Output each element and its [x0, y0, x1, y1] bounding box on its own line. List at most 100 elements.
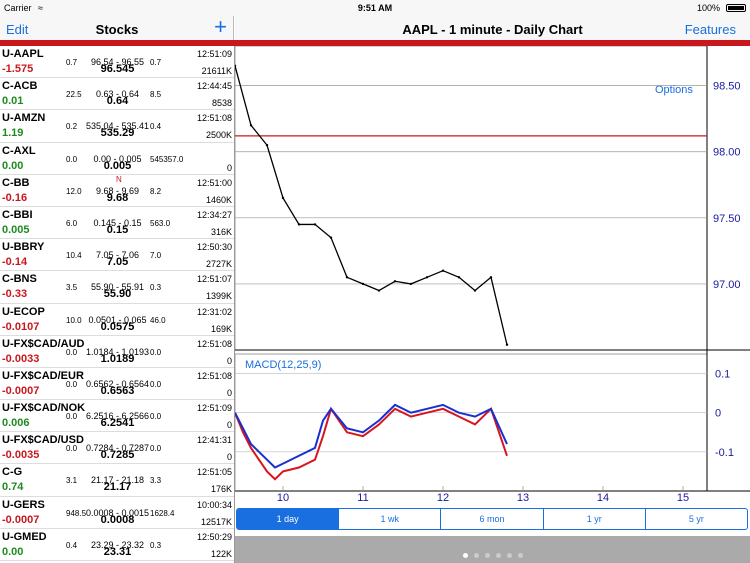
stock-row[interactable]: U-GERS 10:00:34 948.5 0.0008 - 0.0015 1628.4…	[0, 497, 234, 529]
stock-row[interactable]: C-G 12:51:05 3.1 21.17 - 21.18 3.3 0.74 21.17 1…	[0, 464, 234, 497]
stock-last-price: 0.7285	[100, 449, 135, 462]
price-point	[329, 236, 333, 239]
x-tick-label: 12	[437, 492, 449, 504]
stocks-nav-bar: Edit Stocks +	[0, 16, 234, 40]
x-tick-label: 11	[357, 492, 368, 504]
stock-row[interactable]: U-BBRY 12:50:30 10.4 7.05 - 7.06 7.0 -0.14 7.0…	[0, 239, 234, 272]
price-point	[281, 196, 285, 200]
stock-last-price: 6.2541	[100, 417, 135, 430]
price-point	[361, 282, 365, 286]
features-button[interactable]: Features	[685, 22, 736, 37]
price-point	[409, 282, 413, 286]
stock-row[interactable]: U-FX$CAD/EUR 12:51:08 0.0 0.6562 - 0.6564 0.…	[0, 368, 234, 401]
stock-volume: 1399K	[205, 291, 232, 302]
chart-title: AAPL - 1 minute - Daily Chart	[402, 22, 583, 37]
stock-volume: 2727K	[205, 259, 232, 270]
stock-volume: 0	[226, 387, 232, 398]
news-badge: N	[116, 174, 122, 184]
stock-last-price: 0.15	[106, 223, 129, 236]
stock-volume: 169K	[210, 323, 232, 334]
chart-area[interactable]: 98.50 98.00 97.50 97.00 0.1 0 -0.1 MACD(12,25,9…	[235, 46, 750, 511]
price-point	[393, 280, 397, 283]
stock-last-price: 1.0189	[100, 352, 135, 365]
page-dot[interactable]	[462, 553, 468, 558]
stock-volume: 0	[226, 452, 232, 463]
macd-label: MACD(12,25,9)	[245, 359, 321, 371]
stock-row[interactable]: U-FX$CAD/NOK 12:51:09 0.0 6.2516 - 6.2566 0.…	[0, 400, 234, 433]
range-6-mon[interactable]: 6 mon	[441, 509, 544, 529]
stock-volume: 0	[226, 420, 232, 431]
stock-row[interactable]: U-FX$CAD/USD 12:41:31 0.0 0.7284 - 0.7287 0.…	[0, 432, 234, 465]
page-dot[interactable]	[495, 553, 501, 558]
price-point	[473, 289, 477, 292]
range-5-yr[interactable]: 5 yr	[646, 509, 747, 529]
range-1-wk[interactable]: 1 wk	[339, 509, 442, 529]
stock-volume: 176K	[210, 484, 232, 495]
stock-last-price: 0.005	[103, 159, 132, 172]
macd-tick-label: 0.1	[715, 369, 730, 381]
stock-last-price: 7.05	[106, 256, 129, 269]
macd-line	[235, 403, 508, 469]
stock-volume: 2500K	[205, 130, 232, 141]
clock: 9:51 AM	[357, 3, 393, 13]
price-point	[297, 223, 301, 226]
stock-row[interactable]: C-BBI 12:34:27 6.0 0.145 - 0.15 563.0 0.005 0.…	[0, 207, 234, 240]
stocks-title: Stocks	[95, 22, 139, 37]
price-point	[441, 269, 445, 272]
price-chart[interactable]: 98.50 98.00 97.50 97.00 0.1 0 -0.1 MACD(12,25,9…	[235, 46, 750, 511]
stock-row[interactable]: U-ECOP 12:31:02 10.0 0.0501 - 0.065 46.0 -0.0…	[0, 304, 234, 336]
price-point	[265, 143, 269, 147]
status-bar: Carrier ≈ 9:51 AM 100%	[0, 0, 750, 16]
stock-last-price: 21.17	[103, 481, 132, 494]
time-range-selector[interactable]: 1 day 1 wk 6 mon 1 yr 5 yr	[236, 508, 748, 530]
stock-volume: 1460K	[205, 194, 232, 205]
page-dot[interactable]	[506, 553, 512, 558]
price-frame	[235, 46, 708, 351]
chart-nav-bar: AAPL - 1 minute - Daily Chart Features	[235, 16, 750, 40]
stock-last-price: 96.545	[100, 63, 135, 75]
price-point	[505, 343, 509, 346]
range-1-day[interactable]: 1 day	[237, 509, 340, 529]
stock-row[interactable]: C-BB 12:51:00 12.0 9.68 - 9.69 8.2 -0.16 9.68 1…	[0, 175, 234, 207]
stock-row[interactable]: C-BNS 12:51:07 3.5 55.90 - 55.91 0.3 -0.33 55.…	[0, 271, 234, 304]
stock-last-price: 535.29	[100, 127, 135, 140]
stock-last-price: 0.6563	[100, 384, 135, 397]
stock-row[interactable]: C-ACB 12:44:45 22.5 0.63 - 0.64 8.5 0.01 0.64 8…	[0, 78, 234, 111]
options-button[interactable]: Options	[655, 84, 693, 96]
price-tick-label: 98.50	[713, 81, 741, 93]
stock-volume: 0	[226, 355, 232, 366]
stock-last-price: 55.90	[103, 288, 132, 301]
price-point	[457, 276, 461, 279]
stock-row[interactable]: U-FX$CAD/AUD 12:51:08 0.0 1.0184 - 1.0193 0.…	[0, 336, 234, 368]
price-point	[235, 64, 237, 68]
stock-volume: 316K	[210, 226, 232, 237]
x-tick-label: 14	[597, 492, 609, 504]
price-point	[425, 276, 429, 279]
page-dots[interactable]	[235, 545, 750, 563]
macd-tick-label: 0	[715, 408, 721, 420]
range-1-yr[interactable]: 1 yr	[544, 509, 646, 529]
stock-list[interactable]: U-AAPL 12:51:09 0.7 96.54 - 96.55 0.7 -1.575 9…	[0, 46, 235, 563]
stock-volume: 8538	[211, 98, 232, 109]
add-stock-button[interactable]: +	[214, 16, 227, 38]
macd-tick-label: -0.1	[715, 447, 734, 459]
page-dot[interactable]	[473, 553, 479, 558]
stock-last-price: 23.31	[103, 545, 132, 558]
price-point	[489, 276, 493, 279]
stock-last-price: 0.64	[106, 95, 129, 108]
stock-row[interactable]: U-AMZN 12:51:08 0.2 535.04 - 535.41 0.4 1.19 5…	[0, 110, 234, 143]
price-point	[345, 276, 349, 279]
stock-row[interactable]: U-AAPL 12:51:09 0.7 96.54 - 96.55 0.7 -1.575 9…	[0, 46, 234, 79]
stock-row[interactable]: U-GMED 12:50:29 0.4 23.29 - 23.32 0.3 0.00 23.…	[0, 529, 234, 561]
page-dot[interactable]	[484, 553, 490, 558]
price-point	[377, 289, 381, 292]
x-tick-label: 15	[677, 492, 689, 504]
x-tick-label: 10	[277, 492, 289, 504]
page-indicator	[235, 536, 750, 563]
stock-last-price: 0.0575	[100, 320, 135, 333]
stock-last-price: 9.68	[106, 191, 129, 204]
stock-volume: 12517K	[200, 516, 232, 527]
stock-row[interactable]: C-AXL 0.0 0.00 - 0.005 545357.0 0.00 0.005 0	[0, 143, 234, 175]
page-dot[interactable]	[517, 553, 523, 558]
price-series-line	[235, 65, 508, 345]
